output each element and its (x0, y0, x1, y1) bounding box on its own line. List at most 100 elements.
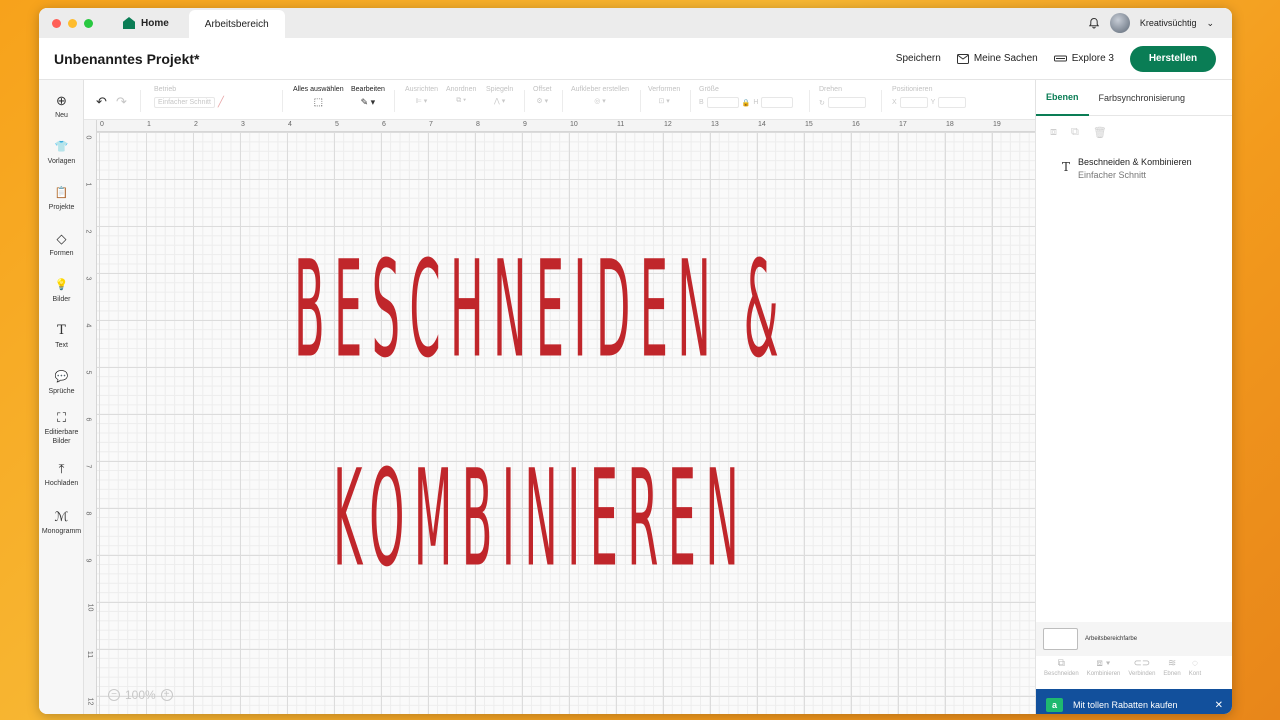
user-name[interactable]: Kreativsüchtig (1140, 18, 1197, 28)
ruler-y-tick: 10 (86, 603, 94, 612)
tab-layers[interactable]: Ebenen (1036, 80, 1089, 116)
sidebar-item-images[interactable]: 💡 Bilder (39, 278, 84, 304)
select-all-button[interactable]: Alles auswählen ⬚ (293, 86, 344, 108)
operation-select[interactable]: Einfacher Schnitt ╱ (154, 97, 224, 108)
tab-color-sync[interactable]: Farbsynchronisierung (1089, 80, 1196, 116)
monogram-icon: ℳ (54, 509, 69, 524)
paperclip-icon: ⊂⊃ (1133, 658, 1151, 669)
divider (809, 90, 810, 112)
sidebar-item-editable-images[interactable]: ⛶ Editierbare Bilder (39, 411, 84, 446)
sidebar-item-shapes[interactable]: ◇ Formen (39, 232, 84, 258)
ruler-x-tick: 16 (852, 121, 860, 128)
sidebar-item-templates[interactable]: 👕 Vorlagen (39, 140, 84, 166)
flatten-icon: ≋ (1167, 658, 1177, 669)
pen-icon[interactable]: ╱ (218, 97, 224, 108)
arrange-button[interactable]: Anordnen ⧉ ▾ (446, 86, 476, 105)
edit-button[interactable]: Bearbeiten ✎ ▾ (351, 86, 385, 108)
layer-item[interactable]: T Beschneiden & Kombinieren Einfacher Sc… (1062, 157, 1232, 180)
chevron-down-icon[interactable]: ⌄ (1206, 18, 1214, 29)
edit-icon: ✎ ▾ (360, 97, 376, 107)
align-icon: ⊫ ▾ (415, 98, 428, 105)
zoom-in-button[interactable]: + (160, 689, 173, 701)
offset-label: Offset (533, 86, 552, 93)
close-window-button[interactable] (52, 18, 61, 28)
sidebar-item-new[interactable]: ⊕ Neu (39, 94, 84, 120)
machine-icon (1053, 55, 1067, 61)
offset-button[interactable]: Offset ⚙ ▾ (533, 86, 552, 105)
make-button[interactable]: Herstellen (1130, 45, 1216, 72)
warp-label: Verformen (648, 86, 681, 93)
ruler-y-tick: 4 (84, 323, 92, 328)
sidebar-item-label: Sprüche (48, 388, 75, 395)
design-text-line-2[interactable]: KOMBINIEREN (333, 442, 748, 597)
minimize-window-button[interactable] (68, 18, 77, 28)
ruler-horizontal: 0 1 2 3 4 5 6 7 8 9 10 11 12 13 14 15 16 17 18 19 (84, 120, 1035, 132)
align-label: Ausrichten (405, 86, 439, 93)
close-icon[interactable]: ✕ (1215, 700, 1223, 711)
duplicate-icon[interactable]: ⧉ (1071, 126, 1079, 139)
group-icon[interactable]: ⧈ (1050, 126, 1057, 139)
project-title[interactable]: Unbenanntes Projekt* (54, 51, 199, 67)
design-text-line-1[interactable]: BESCHNEIDEN & (294, 233, 788, 388)
machine-button[interactable]: Explore 3 (1053, 53, 1114, 64)
sidebar-item-monogram[interactable]: ℳ Monogramm (39, 510, 84, 536)
sidebar-item-label: Editierbare Bilder (44, 429, 79, 445)
sticker-button[interactable]: Aufkleber erstellen ◎ ▾ (571, 86, 629, 105)
arrange-icon: ⧉ ▾ (456, 97, 467, 104)
tab-home-label: Home (141, 17, 169, 29)
sidebar-item-label: Text (55, 342, 68, 349)
slice-button[interactable]: ⧉ Beschneiden (1044, 658, 1079, 686)
shapes-icon: ◇ (56, 231, 67, 246)
contour-button[interactable]: ◌ Kont (1189, 658, 1201, 686)
ruler-x-tick: 9 (523, 121, 527, 128)
redo-icon[interactable]: ↷ (116, 94, 127, 110)
canvas-color-setting[interactable]: Arbeitsbereichfarbe (1036, 622, 1232, 656)
trash-icon[interactable]: 🗑 (1093, 126, 1107, 139)
attach-label: Verbinden (1128, 671, 1156, 677)
design-canvas[interactable]: 0 1 2 3 4 5 6 7 8 9 10 11 12 13 14 15 16 17 18 19 012345678… (84, 120, 1035, 714)
bell-icon[interactable] (1088, 17, 1100, 29)
tab-workspace[interactable]: Arbeitsbereich (188, 10, 285, 38)
avatar[interactable] (1109, 13, 1130, 33)
divider (640, 90, 641, 112)
ruler-x-tick: 18 (946, 121, 954, 128)
sidebar-item-phrases[interactable]: 💬 Sprüche (39, 370, 84, 396)
align-button[interactable]: Ausrichten ⊫ ▾ (405, 86, 438, 105)
sidebar-item-upload[interactable]: ⤒ Hochladen (39, 462, 84, 488)
flatten-button[interactable]: ≋ Ebnen (1163, 658, 1180, 686)
width-field[interactable] (706, 97, 739, 108)
ruler-x-tick: 15 (805, 121, 813, 128)
my-stuff-button[interactable]: Meine Sachen (956, 53, 1038, 64)
height-field[interactable] (761, 97, 794, 108)
layer-operation: Einfacher Schnitt (1078, 170, 1147, 180)
ruler-y-tick: 5 (84, 370, 92, 375)
undo-icon[interactable]: ↶ (96, 94, 107, 110)
select-all-icon: ⬚ (313, 97, 324, 108)
editable-image-icon: ⛶ (56, 410, 67, 425)
y-field[interactable] (938, 97, 967, 108)
tab-bar: Home Arbeitsbereich Kreativsüchtig ⌄ (39, 8, 1232, 38)
rotate-icon: ↻ (819, 99, 825, 107)
attach-button[interactable]: ⊂⊃ Verbinden (1128, 658, 1155, 686)
maximize-window-button[interactable] (84, 18, 93, 28)
rotate-field[interactable] (827, 97, 866, 108)
zoom-control: − 100% + (108, 688, 173, 702)
zoom-out-button[interactable]: − (108, 689, 120, 701)
x-field[interactable] (899, 97, 928, 108)
flip-button[interactable]: Spiegeln ⋀ ▾ (486, 86, 513, 105)
offset-icon: ⚙ ▾ (536, 98, 549, 105)
canvas-color-swatch[interactable] (1043, 628, 1078, 650)
sidebar-item-label: Bilder (52, 296, 71, 303)
text-layer-icon: T (1062, 160, 1071, 174)
tab-home[interactable]: Home (107, 8, 185, 38)
divider (881, 90, 882, 112)
combine-button[interactable]: ⧈ ▾ Kombinieren (1087, 658, 1121, 686)
sidebar-item-text[interactable]: T Text (39, 324, 84, 350)
warp-button[interactable]: Verformen ⊡ ▾ (648, 86, 680, 105)
sidebar-item-projects[interactable]: 📋 Projekte (39, 186, 84, 212)
save-button[interactable]: Speichern (896, 53, 941, 64)
promo-banner[interactable]: a Mit tollen Rabatten kaufen ✕ (1036, 689, 1232, 714)
sidebar-item-label: Vorlagen (47, 158, 76, 165)
ruler-x-tick: 10 (570, 121, 578, 128)
lock-icon[interactable]: 🔒 (742, 99, 751, 107)
